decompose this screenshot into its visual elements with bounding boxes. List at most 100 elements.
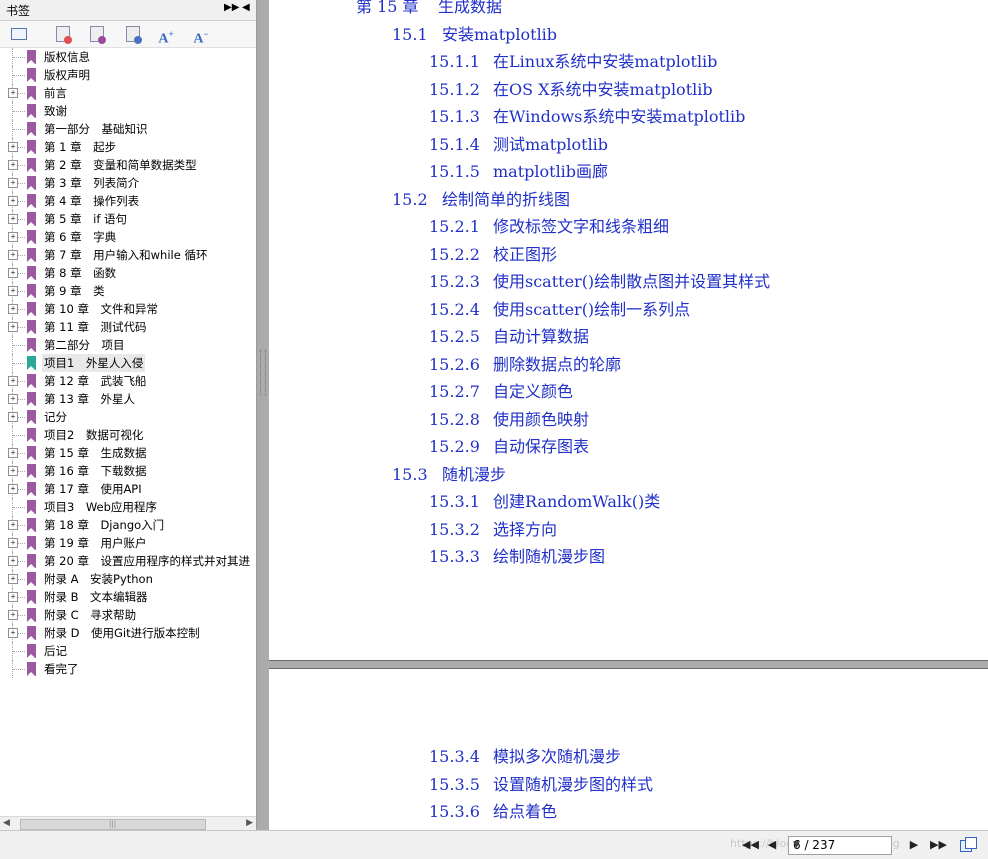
expand-plus-icon[interactable]: + [8, 538, 18, 548]
toc-entry-number: 15.1 [392, 24, 428, 44]
bookmark-item[interactable]: + 第 12 章 武装飞船 [0, 372, 256, 390]
bookmark-item[interactable]: + 第 9 章 类 [0, 282, 256, 300]
bookmark-item[interactable]: + 第 3 章 列表简介 [0, 174, 256, 192]
toc-entry-title: 校正图形 [493, 244, 558, 264]
toc-entry-title: 在Windows系统中安装matplotlib [493, 107, 746, 126]
expand-plus-icon[interactable]: + [8, 394, 18, 404]
bookmark-item[interactable]: + 第 20 章 设置应用程序的样式并对其进 [0, 552, 256, 570]
bookmark-item[interactable]: 第二部分 项目 [0, 336, 256, 354]
expand-plus-icon[interactable]: + [8, 574, 18, 584]
page-view-mode-icon[interactable] [960, 837, 977, 852]
bookmark-item[interactable]: 项目3 Web应用程序 [0, 498, 256, 516]
bookmark-icon [27, 518, 36, 532]
bookmark-item[interactable]: + 第 1 章 起步 [0, 138, 256, 156]
scroll-left-icon[interactable]: ◀ [3, 818, 10, 828]
bookmark-item[interactable]: 版权信息 [0, 48, 256, 66]
expand-plus-icon[interactable]: + [8, 304, 18, 314]
bookmark-item[interactable]: 版权声明 [0, 66, 256, 84]
go-to-bookmark-icon[interactable] [124, 25, 142, 44]
tree-guide-line [13, 507, 25, 508]
expand-panel-icon[interactable]: ▶▶ [224, 2, 239, 13]
increase-font-icon[interactable]: A+ [157, 25, 175, 47]
expand-plus-icon[interactable]: + [8, 412, 18, 422]
bookmark-list-icon[interactable] [10, 25, 28, 43]
bookmark-item[interactable]: + 第 18 章 Django入门 [0, 516, 256, 534]
bookmark-item[interactable]: + 第 19 章 用户账户 [0, 534, 256, 552]
bookmark-item[interactable]: + 第 13 章 外星人 [0, 390, 256, 408]
bookmark-label: 第 5 章 if 语句 [44, 212, 128, 226]
toc-entry-title: 给点着色 [493, 802, 558, 821]
bookmark-item[interactable]: + 第 2 章 变量和简单数据类型 [0, 156, 256, 174]
expand-plus-icon[interactable]: + [8, 196, 18, 206]
last-page-icon[interactable]: ▶▶ [930, 837, 947, 853]
expand-plus-icon[interactable]: + [8, 520, 18, 530]
scrollbar-thumb[interactable]: ||| [20, 819, 206, 830]
expand-plus-icon[interactable]: + [8, 610, 18, 620]
bookmark-item[interactable]: + 第 16 章 下载数据 [0, 462, 256, 480]
expand-plus-icon[interactable]: + [8, 322, 18, 332]
bookmark-item[interactable]: + 第 10 章 文件和异常 [0, 300, 256, 318]
bookmark-label: 第 11 章 测试代码 [44, 320, 147, 334]
bookmark-item[interactable]: + 前言 [0, 84, 256, 102]
bookmark-icon [27, 122, 36, 136]
expand-plus-icon[interactable]: + [8, 250, 18, 260]
expand-plus-icon[interactable]: + [8, 160, 18, 170]
expand-plus-icon[interactable]: + [8, 592, 18, 602]
bookmark-item[interactable]: + 第 8 章 函数 [0, 264, 256, 282]
expand-plus-icon[interactable]: + [8, 232, 18, 242]
bookmark-item[interactable]: + 第 4 章 操作列表 [0, 192, 256, 210]
panel-splitter[interactable] [257, 0, 268, 830]
expand-plus-icon[interactable]: + [8, 268, 18, 278]
bookmark-item[interactable]: 项目1 外星人入侵 [0, 354, 256, 372]
expand-plus-icon[interactable]: + [8, 466, 18, 476]
first-page-icon[interactable]: ◀◀ [742, 837, 759, 853]
toc-entry-title: 自定义颜色 [493, 382, 574, 401]
previous-page-icon[interactable]: ◀ [764, 837, 780, 853]
bookmark-item[interactable]: + 第 6 章 字典 [0, 228, 256, 246]
expand-plus-icon[interactable]: + [8, 484, 18, 494]
bookmark-item[interactable]: 看完了 [0, 660, 256, 678]
bookmark-item[interactable]: + 第 5 章 if 语句 [0, 210, 256, 228]
bookmark-label: 项目2 数据可视化 [44, 428, 144, 442]
bookmark-icon [27, 302, 36, 316]
next-page-icon[interactable]: ▶ [906, 837, 922, 853]
chevron-down-icon[interactable]: ▼ [793, 837, 889, 854]
expand-plus-icon[interactable]: + [8, 286, 18, 296]
bookmark-item[interactable]: 致谢 [0, 102, 256, 120]
bookmark-item[interactable]: + 第 11 章 测试代码 [0, 318, 256, 336]
toc-entry-number: 第 15 章 [356, 0, 419, 16]
toc-entry-number: 15.3.1 [429, 492, 480, 511]
expand-plus-icon[interactable]: + [8, 448, 18, 458]
scroll-right-icon[interactable]: ▶ [246, 818, 253, 828]
bookmark-item[interactable]: 第一部分 基础知识 [0, 120, 256, 138]
expand-plus-icon[interactable]: + [8, 88, 18, 98]
bookmark-label: 版权信息 [44, 50, 90, 64]
bookmark-item[interactable]: + 记分 [0, 408, 256, 426]
collapse-panel-icon[interactable]: ◀ [242, 2, 250, 13]
bookmark-item[interactable]: + 第 15 章 生成数据 [0, 444, 256, 462]
bookmark-item[interactable]: 后记 [0, 642, 256, 660]
bookmark-horizontal-scrollbar[interactable]: ◀ ||| ▶ [0, 816, 256, 830]
expand-plus-icon[interactable]: + [8, 628, 18, 638]
bookmark-item[interactable]: + 第 17 章 使用API [0, 480, 256, 498]
bookmark-item[interactable]: + 第 7 章 用户输入和while 循环 [0, 246, 256, 264]
expand-plus-icon[interactable]: + [8, 214, 18, 224]
decrease-font-icon[interactable]: A− [192, 25, 210, 47]
delete-bookmark-icon[interactable] [54, 25, 72, 44]
add-bookmark-icon[interactable] [88, 25, 106, 44]
expand-plus-icon[interactable]: + [8, 178, 18, 188]
bookmark-item[interactable]: + 附录 A 安装Python [0, 570, 256, 588]
bookmark-label: 第 15 章 生成数据 [44, 446, 147, 460]
bookmark-item[interactable]: + 附录 D 使用Git进行版本控制 [0, 624, 256, 642]
tree-guide-line [13, 363, 25, 364]
toc-entry-title: 创建RandomWalk()类 [493, 492, 661, 511]
bookmark-item[interactable]: 项目2 数据可视化 [0, 426, 256, 444]
expand-plus-icon[interactable]: + [8, 142, 18, 152]
bookmark-item[interactable]: + 附录 C 寻求帮助 [0, 606, 256, 624]
bookmark-icon [27, 626, 36, 640]
expand-plus-icon[interactable]: + [8, 376, 18, 386]
page-number-selector[interactable]: 6 / 237 ▼ [788, 836, 892, 855]
bookmark-item[interactable]: + 附录 B 文本编辑器 [0, 588, 256, 606]
bookmark-icon [27, 230, 36, 244]
expand-plus-icon[interactable]: + [8, 556, 18, 566]
